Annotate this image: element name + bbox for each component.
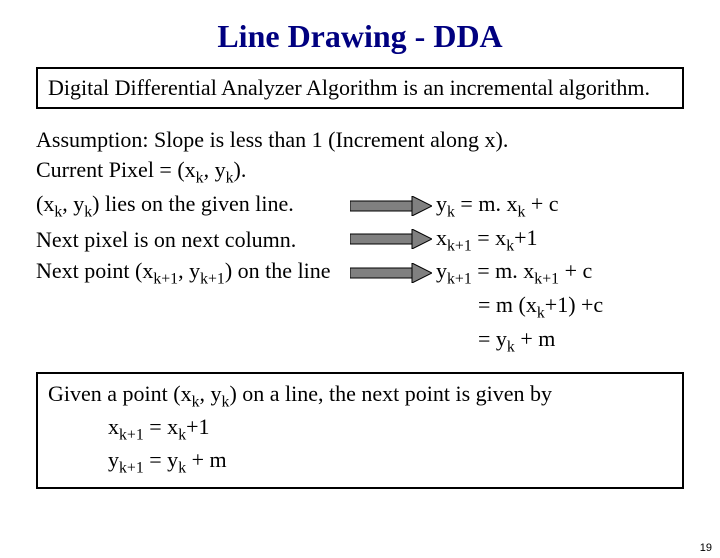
summary-eq-x: xk+1 = xk+1 — [108, 413, 672, 446]
definition-box: Digital Differential Analyzer Algorithm … — [36, 67, 684, 109]
next-column-row: Next pixel is on next column. xk+1 = xk+… — [36, 223, 684, 257]
arrow-icon — [350, 196, 432, 216]
subscript-k: k — [178, 459, 186, 476]
subscript-kp1: k+1 — [200, 271, 225, 288]
text: + c — [525, 191, 558, 216]
text: + m — [515, 326, 556, 351]
text: = y — [478, 326, 507, 351]
text: x — [108, 414, 119, 439]
subscript-k: k — [506, 237, 514, 254]
subscript-kp1: k+1 — [447, 271, 472, 288]
subscript-k: k — [178, 426, 186, 443]
text: Given a point (x — [48, 381, 192, 406]
text: = x — [472, 225, 506, 250]
assumption-line: Assumption: Slope is less than 1 (Increm… — [36, 125, 684, 155]
page-number: 19 — [700, 542, 712, 554]
subscript-k: k — [447, 203, 455, 220]
lies-on-line-row: (xk, yk) lies on the given line. yk = m.… — [36, 189, 684, 223]
left-text: (xk, yk) lies on the given line. — [36, 189, 346, 223]
subscript-kp1: k+1 — [447, 237, 472, 254]
text: , y — [200, 381, 222, 406]
arrow — [346, 229, 436, 249]
arrow — [346, 196, 436, 216]
text: x — [436, 225, 447, 250]
arrow-icon — [350, 229, 432, 249]
text: y — [108, 447, 119, 472]
slide-title: Line Drawing - DDA — [0, 18, 720, 55]
right-text: yk+1 = m. xk+1 + c — [436, 256, 684, 290]
text: + m — [186, 447, 227, 472]
subscript-k: k — [537, 305, 545, 322]
text: = y — [144, 447, 178, 472]
subscript-k: k — [84, 203, 92, 220]
right-text: xk+1 = xk+1 — [436, 223, 684, 257]
subscript-kp1: k+1 — [119, 459, 144, 476]
text: , y — [62, 191, 84, 216]
derivation-line-2: = yk + m — [478, 324, 684, 358]
derivation-line-1: = m (xk+1) +c — [478, 290, 684, 324]
summary-intro: Given a point (xk, yk) on a line, the ne… — [48, 380, 672, 413]
text: +1 — [186, 414, 209, 439]
text: (x — [36, 191, 54, 216]
text: ). — [234, 157, 247, 182]
subscript-kp1: k+1 — [153, 271, 178, 288]
text: Next point (x — [36, 258, 153, 283]
text: = m. x — [472, 258, 535, 283]
next-point-row: Next point (xk+1, yk+1) on the line yk+1… — [36, 256, 684, 290]
arrow — [346, 263, 436, 283]
subscript-k: k — [226, 169, 234, 186]
text: ) on a line, the next point is given by — [229, 381, 552, 406]
text: , y — [204, 157, 226, 182]
text: y — [436, 258, 447, 283]
arrow-icon — [350, 263, 432, 283]
text: , y — [178, 258, 200, 283]
summary-box: Given a point (xk, yk) on a line, the ne… — [36, 372, 684, 489]
text: = m. x — [455, 191, 518, 216]
text: = m (x — [478, 292, 537, 317]
subscript-k: k — [196, 169, 204, 186]
text: +1 — [514, 225, 537, 250]
text: y — [436, 191, 447, 216]
left-text: Next pixel is on next column. — [36, 225, 346, 255]
subscript-kp1: k+1 — [534, 271, 559, 288]
main-content: Assumption: Slope is less than 1 (Increm… — [36, 125, 684, 357]
subscript-kp1: k+1 — [119, 426, 144, 443]
subscript-k: k — [507, 338, 515, 355]
text: + c — [559, 258, 592, 283]
text: ) on the line — [225, 258, 331, 283]
text: ) lies on the given line. — [92, 191, 294, 216]
text: +1) +c — [545, 292, 603, 317]
current-pixel-line: Current Pixel = (xk, yk). — [36, 155, 684, 189]
text: Current Pixel = (x — [36, 157, 196, 182]
right-text: yk = m. xk + c — [436, 189, 684, 223]
subscript-k: k — [192, 393, 200, 410]
left-text: Next point (xk+1, yk+1) on the line — [36, 256, 346, 290]
summary-eq-y: yk+1 = yk + m — [108, 446, 672, 479]
text: = x — [144, 414, 178, 439]
